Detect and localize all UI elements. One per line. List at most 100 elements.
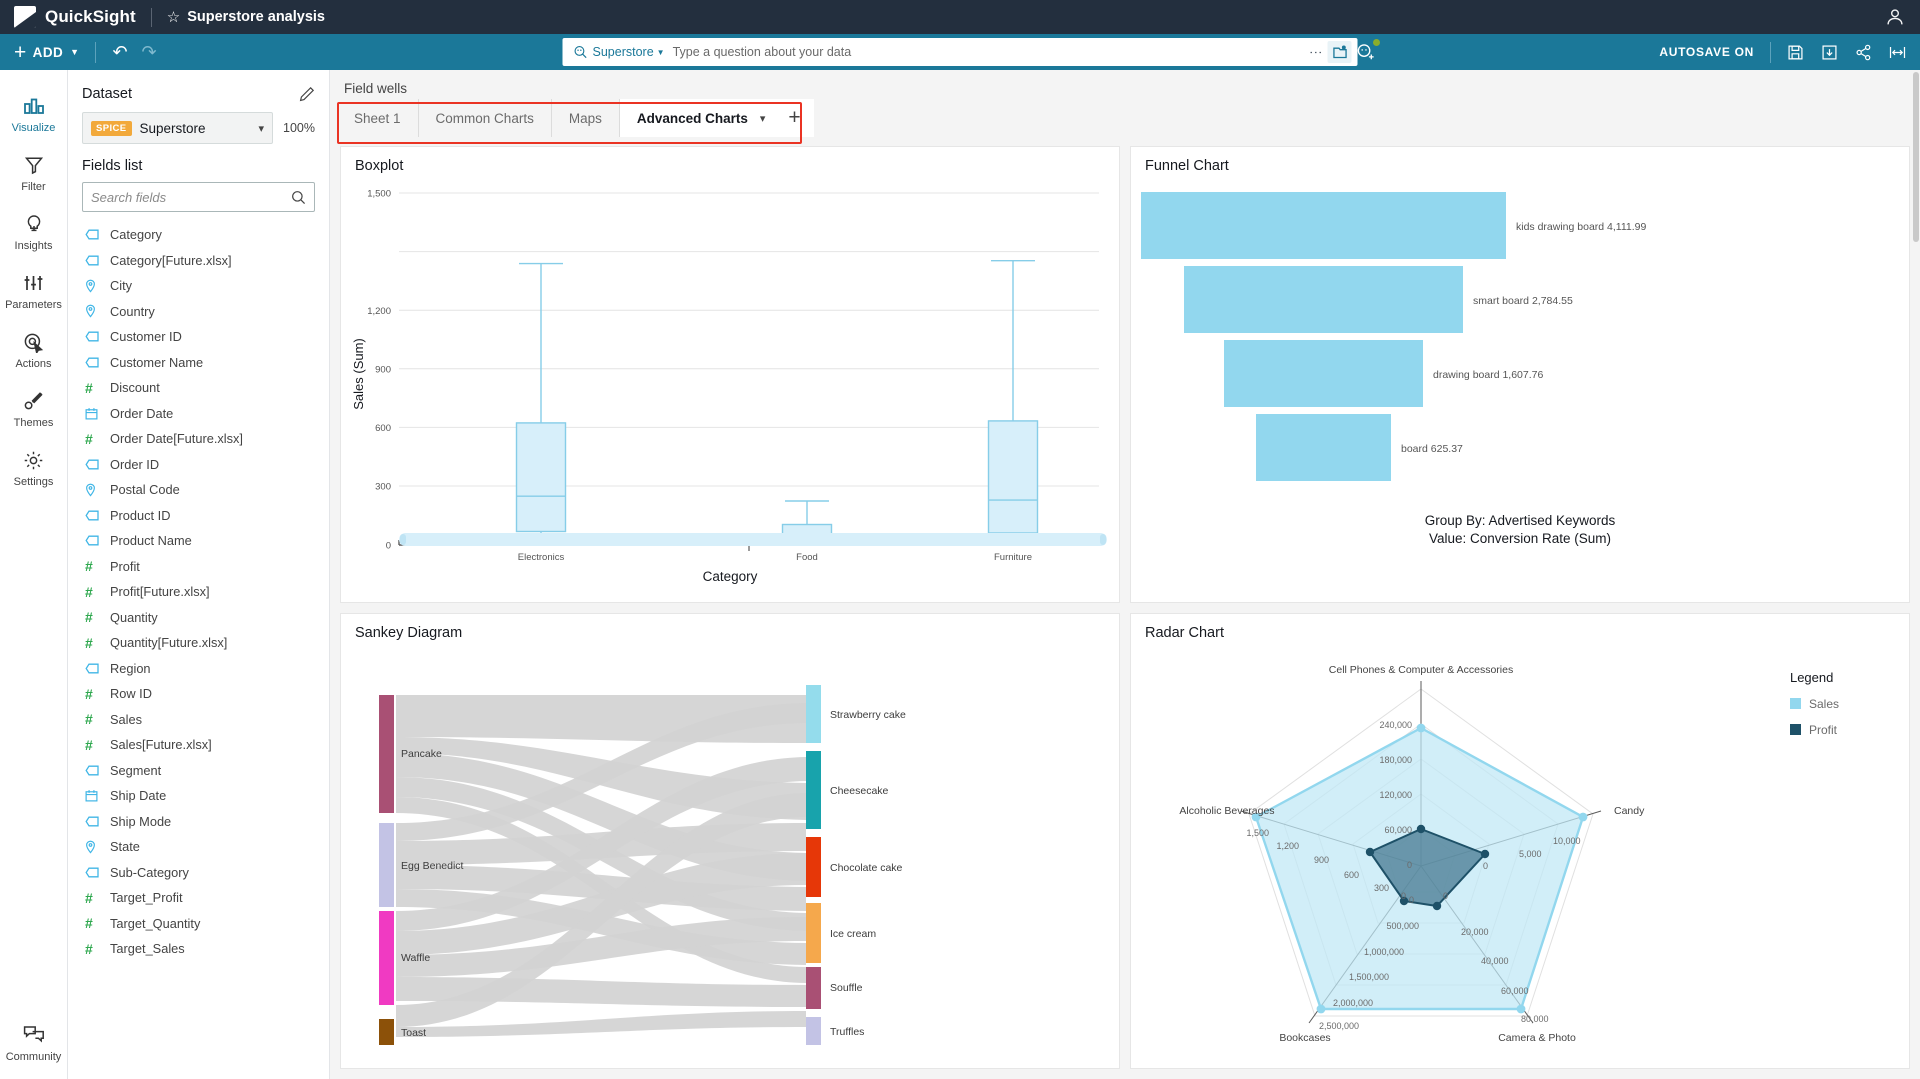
field-type-geo-icon — [85, 840, 101, 854]
y-tick-600: 600 — [375, 423, 391, 434]
pencil-icon[interactable] — [299, 86, 315, 102]
field-row[interactable]: # Profit[Future.xlsx] — [68, 579, 329, 605]
sidebar-item-themes[interactable]: Themes — [0, 379, 68, 438]
radar-tick-book-1: 500,000 — [1386, 921, 1419, 931]
sidebar-item-visualize[interactable]: Visualize — [0, 84, 68, 143]
field-row[interactable]: State — [68, 834, 329, 860]
sankey-target-label-0: Strawberry cake — [830, 709, 906, 721]
field-row[interactable]: # Discount — [68, 375, 329, 401]
chevron-down-icon[interactable]: ▼ — [657, 48, 665, 57]
sidebar-item-insights[interactable]: Insights — [0, 202, 68, 261]
more-options-icon[interactable]: ⋮ — [1309, 46, 1324, 59]
legend-item-profit[interactable]: Profit — [1789, 723, 1839, 737]
radar-tick-alc-4: 1,200 — [1276, 841, 1299, 851]
field-label: Order Date[Future.xlsx] — [110, 431, 243, 447]
visual-sankey-diagram[interactable]: Sankey Diagram Pancake Egg Benedict Waff… — [340, 612, 1120, 1069]
field-row[interactable]: # Row ID — [68, 681, 329, 707]
field-row[interactable]: Product ID — [68, 503, 329, 529]
question-source-label[interactable]: Superstore — [593, 45, 654, 59]
legend-item-sales[interactable]: Sales — [1789, 697, 1839, 711]
field-type-string-icon — [85, 535, 101, 546]
canvas-scrollbar[interactable] — [1912, 70, 1920, 1079]
autosave-status: AUTOSAVE ON — [1659, 45, 1754, 59]
search-fields-box[interactable] — [82, 182, 315, 212]
add-button[interactable]: + ADD ▼ — [14, 42, 79, 63]
visual-radar-chart[interactable]: Radar Chart Cell Phones & Computer & Acc… — [1130, 612, 1910, 1069]
visual-boxplot[interactable]: Boxplot 0 300 600 900 1,200 1,500 Sales … — [340, 146, 1120, 603]
sidebar-item-label: Parameters — [5, 299, 62, 311]
field-row[interactable]: # Quantity — [68, 605, 329, 631]
fit-to-width-icon[interactable] — [1889, 44, 1906, 61]
sidebar-item-parameters[interactable]: Parameters — [0, 261, 68, 320]
funnel-filter-icon — [24, 154, 44, 176]
boxplot-horizontal-scrollbar[interactable] — [399, 532, 1107, 546]
tab-common-charts[interactable]: Common Charts — [419, 99, 552, 137]
radar-tick-alc-1: 300 — [1374, 883, 1389, 893]
dataset-select[interactable]: SPICE Superstore ▾ — [82, 112, 274, 144]
chevron-down-icon[interactable]: ▾ — [760, 112, 766, 125]
field-row[interactable]: Order Date — [68, 401, 329, 427]
field-row[interactable]: Customer ID — [68, 324, 329, 350]
field-row[interactable]: Sub-Category — [68, 860, 329, 886]
save-icon[interactable] — [1787, 44, 1804, 61]
tab-advanced-charts[interactable]: Advanced Charts ▾ — [619, 99, 776, 137]
download-icon[interactable] — [1821, 44, 1838, 61]
field-row[interactable]: Customer Name — [68, 350, 329, 376]
redo-icon[interactable]: ↷ — [142, 43, 157, 61]
field-row[interactable]: # Target_Sales — [68, 936, 329, 962]
tab-maps[interactable]: Maps — [552, 99, 620, 137]
field-row[interactable]: # Profit — [68, 554, 329, 580]
field-row[interactable]: Product Name — [68, 528, 329, 554]
favorite-star-icon[interactable]: ☆ — [167, 8, 180, 26]
visual-title: Sankey Diagram — [355, 624, 463, 641]
user-account-icon[interactable] — [1884, 6, 1906, 28]
field-type-number-icon: # — [85, 711, 93, 728]
sidebar-item-community[interactable]: Community — [0, 1013, 68, 1079]
search-icon[interactable] — [291, 190, 306, 205]
scrollbar-thumb[interactable] — [1913, 72, 1919, 242]
tab-sheet-1[interactable]: Sheet 1 — [340, 99, 419, 137]
radar-tick-book-5: 2,500,000 — [1319, 1021, 1359, 1031]
field-row[interactable]: # Target_Quantity — [68, 911, 329, 937]
field-row[interactable]: # Quantity[Future.xlsx] — [68, 630, 329, 656]
search-input[interactable] — [91, 189, 291, 205]
field-type-string-icon — [85, 663, 101, 674]
radar-tick-candy-1: 5,000 — [1519, 849, 1542, 859]
sidebar-item-actions[interactable]: Actions — [0, 320, 68, 379]
radar-tick-candy-0: 0 — [1483, 861, 1488, 871]
field-type-number-icon: # — [85, 940, 93, 957]
field-row[interactable]: Category — [68, 222, 329, 248]
field-row[interactable]: Segment — [68, 758, 329, 784]
ask-question-bar[interactable]: Superstore ▼ Type a question about your … — [562, 38, 1358, 66]
field-row[interactable]: # Sales — [68, 707, 329, 733]
add-sheet-button[interactable]: + — [775, 99, 814, 137]
scroll-thumb-right[interactable] — [1100, 533, 1106, 545]
field-row[interactable]: Country — [68, 299, 329, 325]
field-row[interactable]: Order ID — [68, 452, 329, 478]
question-input-placeholder[interactable]: Type a question about your data — [673, 45, 1311, 59]
sankey-target-node-strawberry-cake — [806, 684, 821, 743]
field-row[interactable]: Ship Date — [68, 783, 329, 809]
field-row[interactable]: # Target_Profit — [68, 885, 329, 911]
scroll-thumb-left[interactable] — [400, 533, 406, 545]
field-row[interactable]: # Order Date[Future.xlsx] — [68, 426, 329, 452]
field-row[interactable]: Category[Future.xlsx] — [68, 248, 329, 274]
field-row[interactable]: Ship Mode — [68, 809, 329, 835]
ask-question-add-icon[interactable] — [1356, 38, 1380, 62]
top-bar-right — [1884, 6, 1906, 28]
undo-icon[interactable]: ↶ — [112, 43, 127, 61]
field-type-number-icon: # — [85, 915, 93, 932]
field-label: Discount — [110, 380, 160, 396]
field-row[interactable]: # Sales[Future.xlsx] — [68, 732, 329, 758]
field-row[interactable]: City — [68, 273, 329, 299]
topic-icon[interactable] — [1327, 41, 1352, 63]
sidebar-item-filter[interactable]: Filter — [0, 143, 68, 202]
field-label: Segment — [110, 762, 162, 778]
field-row[interactable]: Postal Code — [68, 477, 329, 503]
quicksight-logo-icon — [14, 6, 36, 28]
field-type-number-icon: # — [85, 609, 93, 626]
visual-funnel-chart[interactable]: Funnel Chart kids drawing board 4,111.99… — [1130, 146, 1910, 603]
sidebar-item-settings[interactable]: Settings — [0, 438, 68, 497]
field-row[interactable]: Region — [68, 656, 329, 682]
share-icon[interactable] — [1855, 44, 1872, 61]
